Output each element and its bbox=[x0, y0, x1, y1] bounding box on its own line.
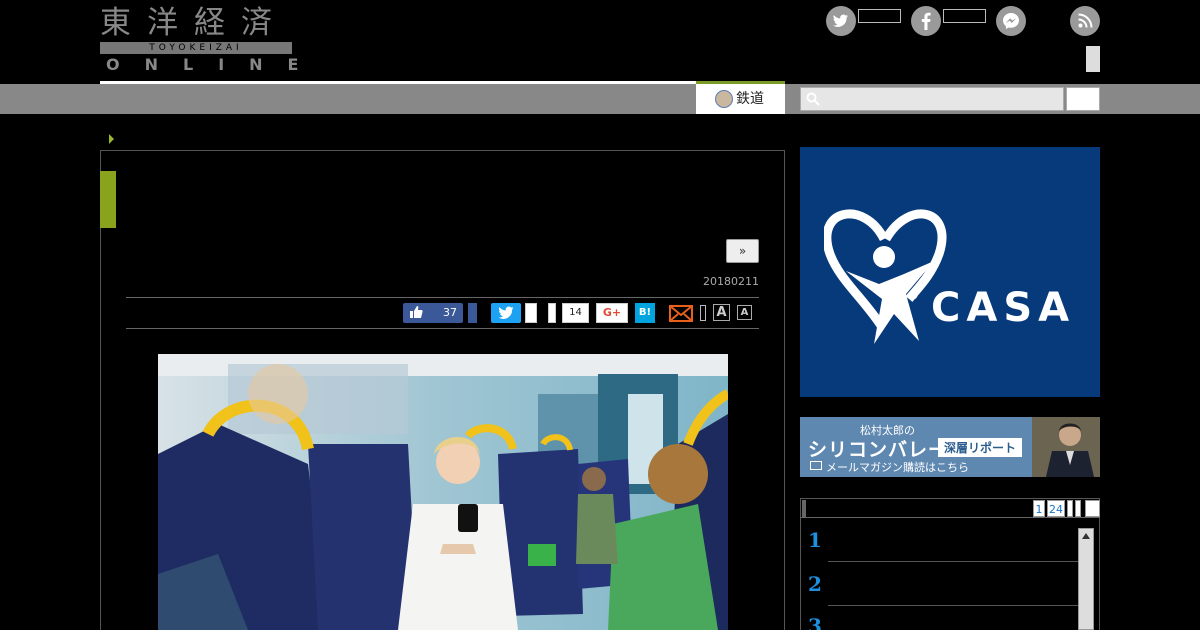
mail-icon[interactable] bbox=[668, 303, 694, 323]
site-logo[interactable]: 東洋経済 TOYOKEIZAI ONLINE bbox=[100, 5, 298, 74]
casa-heart-logo-icon bbox=[824, 209, 947, 344]
share-bottom-divider bbox=[126, 328, 759, 329]
thumbs-up-icon bbox=[409, 305, 423, 323]
facebook-like-button[interactable]: 37 bbox=[403, 303, 463, 323]
ranking-number-1: 1 bbox=[808, 528, 822, 552]
sv-banner-subscribe: メールマガジン購読はこちら bbox=[826, 461, 969, 474]
ranking-page-24[interactable]: 24 bbox=[1047, 500, 1065, 517]
search-button[interactable] bbox=[1066, 87, 1100, 111]
article-date: 20180211 bbox=[703, 275, 759, 288]
ranking-header-bar bbox=[802, 500, 806, 517]
print-button[interactable] bbox=[700, 305, 706, 321]
google-plus-button[interactable]: G+ bbox=[596, 303, 628, 323]
ranking-tab-a[interactable] bbox=[1067, 500, 1073, 517]
pocket-count: 14 bbox=[562, 303, 589, 323]
logo-japanese: 東洋経済 bbox=[100, 5, 288, 41]
scroll-up-icon[interactable] bbox=[1082, 533, 1090, 539]
ranking-row-divider bbox=[828, 605, 1078, 606]
messenger-icon[interactable] bbox=[996, 6, 1026, 36]
share-top-divider bbox=[126, 297, 759, 298]
search-icon bbox=[806, 92, 820, 106]
article-photo bbox=[158, 354, 728, 630]
breadcrumb-arrow-icon bbox=[109, 134, 114, 144]
twitter-icon[interactable] bbox=[826, 6, 856, 36]
nav-top-line bbox=[100, 81, 785, 84]
tab-railway[interactable]: 鉄道 bbox=[696, 81, 785, 114]
twitter-share-count bbox=[525, 303, 537, 323]
casa-ad-text: CASA bbox=[931, 285, 1076, 331]
header-menu-button[interactable] bbox=[1086, 46, 1100, 72]
next-page-button[interactable]: » bbox=[726, 239, 759, 263]
rss-icon[interactable] bbox=[1070, 6, 1100, 36]
twitter-follow-count bbox=[858, 9, 901, 23]
font-size-small-button[interactable]: A bbox=[737, 305, 752, 320]
railway-category-icon bbox=[715, 90, 733, 108]
ranking-scrollbar[interactable] bbox=[1078, 528, 1094, 630]
tab-railway-label: 鉄道 bbox=[736, 91, 764, 107]
ranking-page-1[interactable]: 1 bbox=[1033, 500, 1045, 517]
hatena-bookmark-button[interactable]: B! bbox=[635, 303, 655, 323]
casa-registered-mark: ® bbox=[908, 289, 919, 302]
facebook-icon[interactable] bbox=[911, 6, 941, 36]
title-accent-bar bbox=[100, 171, 116, 228]
sv-mail-icon bbox=[810, 461, 822, 470]
logo-english-small: TOYOKEIZAI bbox=[149, 43, 243, 53]
silicon-valley-newsletter-banner[interactable]: 松村太郎の シリコンバレー 深層リポート メールマガジン購読はこちら bbox=[800, 417, 1100, 477]
ranking-number-3: 3 bbox=[808, 614, 822, 630]
casa-ad-banner[interactable]: ® CASA bbox=[800, 147, 1100, 397]
facebook-like-count: 37 bbox=[443, 306, 457, 319]
search-input[interactable] bbox=[800, 87, 1064, 111]
sv-banner-title: シリコンバレー bbox=[808, 439, 949, 461]
ranking-number-2: 2 bbox=[808, 572, 822, 596]
font-size-large-button[interactable]: A bbox=[713, 304, 730, 321]
author-photo bbox=[1032, 417, 1100, 477]
twitter-share-button[interactable] bbox=[491, 303, 521, 323]
ranking-tab-b[interactable] bbox=[1075, 500, 1081, 517]
pocket-button[interactable] bbox=[548, 303, 556, 323]
sv-banner-tag: 深層リポート bbox=[938, 438, 1023, 457]
facebook-share-button[interactable] bbox=[468, 303, 477, 323]
ranking-tab-c[interactable] bbox=[1085, 500, 1100, 517]
ranking-row-divider bbox=[828, 561, 1078, 562]
facebook-like-count bbox=[943, 9, 986, 23]
logo-english: ONLINE bbox=[106, 55, 324, 74]
